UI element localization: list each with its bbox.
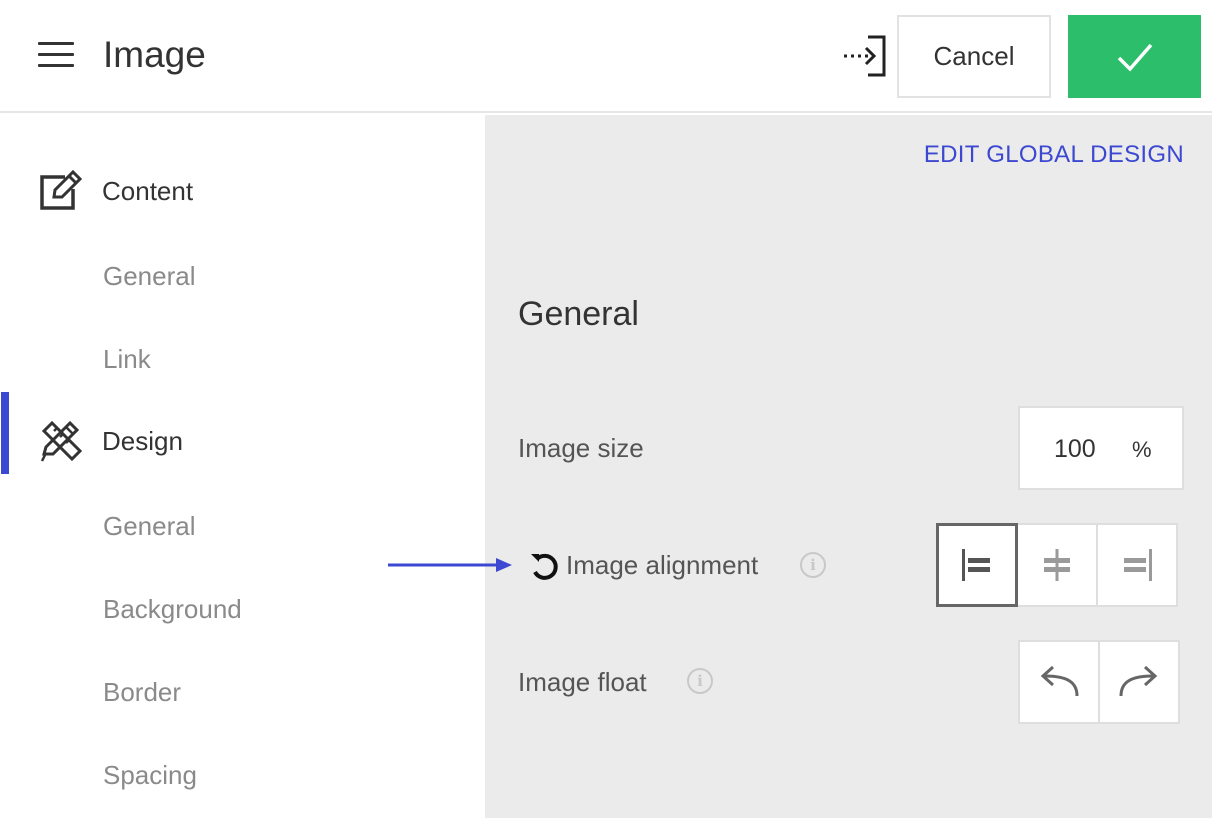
settings-panel: EDIT GLOBAL DESIGN General Image size 10… bbox=[485, 115, 1212, 818]
section-title: General bbox=[518, 295, 639, 333]
sidebar-section-label: Design bbox=[102, 425, 183, 456]
image-size-unit: % bbox=[1132, 437, 1152, 462]
align-right-button[interactable] bbox=[1096, 523, 1178, 607]
sidebar-item-design-general[interactable]: General bbox=[103, 511, 196, 542]
cancel-button[interactable]: Cancel bbox=[897, 15, 1051, 98]
sidebar-section-content[interactable]: Content bbox=[38, 167, 193, 215]
image-alignment-label: Image alignment bbox=[566, 550, 759, 580]
image-float-label: Image float bbox=[518, 667, 647, 697]
hamburger-menu-icon[interactable] bbox=[38, 40, 74, 70]
sidebar-item-border[interactable]: Border bbox=[103, 677, 181, 708]
float-left-arrow-icon bbox=[1040, 665, 1079, 697]
confirm-button[interactable] bbox=[1068, 15, 1201, 98]
float-button-group bbox=[1018, 640, 1180, 724]
sidebar: Content General Link Design General Back… bbox=[0, 115, 485, 818]
sidebar-item-content-general[interactable]: General bbox=[103, 261, 196, 292]
image-size-input[interactable]: 100 % bbox=[1018, 406, 1184, 490]
sidebar-item-background[interactable]: Background bbox=[103, 594, 242, 625]
float-right-arrow-icon bbox=[1119, 665, 1158, 697]
align-left-icon bbox=[962, 549, 990, 581]
sidebar-item-link[interactable]: Link bbox=[103, 344, 151, 375]
info-icon[interactable]: i bbox=[800, 552, 826, 578]
page-title: Image bbox=[103, 34, 206, 75]
header-bar: Image Cancel bbox=[0, 0, 1212, 113]
image-size-value: 100 bbox=[1054, 435, 1096, 463]
align-left-button[interactable] bbox=[936, 523, 1018, 607]
float-left-button[interactable] bbox=[1018, 640, 1100, 724]
info-icon[interactable]: i bbox=[687, 668, 713, 694]
edit-icon bbox=[38, 167, 86, 215]
pencil-ruler-icon bbox=[38, 417, 86, 465]
annotation-arrow-icon bbox=[386, 555, 516, 575]
active-indicator bbox=[1, 392, 9, 474]
sidebar-section-design[interactable]: Design bbox=[38, 417, 183, 465]
align-center-button[interactable] bbox=[1016, 523, 1098, 607]
exit-arrow-icon[interactable] bbox=[840, 33, 888, 79]
float-right-button[interactable] bbox=[1098, 640, 1180, 724]
alignment-button-group bbox=[936, 523, 1178, 607]
sidebar-item-spacing[interactable]: Spacing bbox=[103, 760, 197, 791]
edit-global-design-link[interactable]: EDIT GLOBAL DESIGN bbox=[924, 141, 1184, 169]
align-center-icon bbox=[1044, 549, 1070, 581]
sidebar-section-label: Content bbox=[102, 175, 194, 206]
checkmark-icon bbox=[1117, 43, 1152, 72]
image-size-label: Image size bbox=[518, 433, 644, 463]
align-right-icon bbox=[1124, 549, 1152, 581]
reset-icon[interactable] bbox=[528, 550, 562, 584]
